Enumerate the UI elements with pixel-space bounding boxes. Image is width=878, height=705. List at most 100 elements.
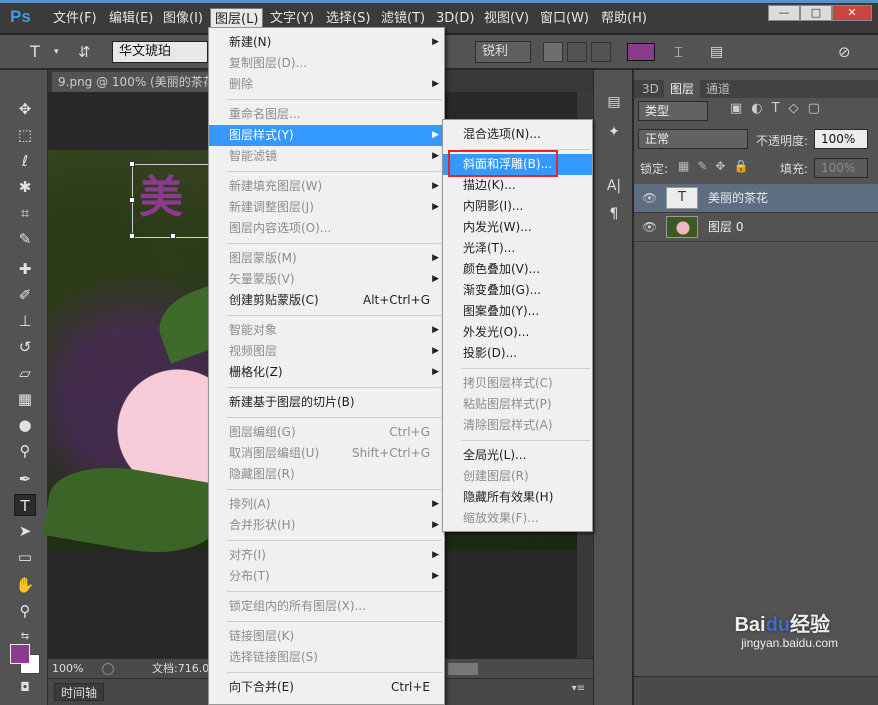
align-left-button[interactable] — [543, 42, 563, 62]
close-button[interactable]: ✕ — [832, 5, 872, 21]
cancel-icon[interactable]: ⊘ — [838, 41, 851, 63]
quick-mask-icon[interactable]: ◘ — [14, 676, 36, 698]
menu-item[interactable]: 光泽(T)... — [443, 238, 592, 259]
crop-tool-icon[interactable]: ⌗ — [14, 202, 36, 224]
align-center-button[interactable] — [567, 42, 587, 62]
eyedropper-icon[interactable]: ✎ — [14, 228, 36, 250]
menu-image[interactable]: 图像(I) — [159, 8, 207, 30]
menu-item: 取消图层编组(U) Shift+Ctrl+G — [209, 443, 444, 464]
character-panel-icon[interactable]: A| — [604, 176, 624, 196]
transform-handle[interactable] — [129, 161, 135, 167]
history-brush-icon[interactable]: ↺ — [14, 336, 36, 358]
menu-item: 清除图层样式(A) — [443, 415, 592, 436]
menu-item: 拷贝图层样式(C) — [443, 373, 592, 394]
menu-item[interactable]: 新建(N) ▶ — [209, 32, 444, 53]
visibility-eye-icon[interactable]: 👁 — [642, 184, 658, 213]
hand-tool-icon[interactable]: ✋ — [14, 574, 36, 596]
menu-item-label: 向下合并(E) — [229, 680, 294, 694]
warp-text-icon[interactable]: ⌶ — [674, 41, 683, 63]
panel-tab-bar: 3D 图层 通道 — [634, 80, 878, 98]
tab-channels[interactable]: 通道 — [700, 80, 736, 98]
menu-item[interactable]: 图案叠加(Y)... — [443, 301, 592, 322]
horizontal-scroll-thumb[interactable] — [448, 663, 478, 675]
menu-item: 新建调整图层(J) ▶ — [209, 197, 444, 218]
antialias-select[interactable]: 锐利 — [475, 41, 531, 63]
menu-window[interactable]: 窗口(W) — [536, 8, 593, 30]
history-panel-icon[interactable]: ▤ — [604, 92, 624, 112]
move-tool-icon[interactable]: ✥ — [14, 98, 36, 120]
type-tool-selected-icon[interactable]: T — [14, 494, 36, 516]
opacity-input[interactable]: 100% — [814, 129, 868, 149]
restore-button[interactable]: □ — [800, 5, 832, 21]
paragraph-panel-icon[interactable]: ¶ — [604, 204, 624, 224]
filter-icons[interactable]: ▣◐T◇▢ — [730, 101, 829, 116]
menu-item-label: 图案叠加(Y)... — [463, 304, 540, 318]
tab-layers[interactable]: 图层 — [664, 80, 701, 98]
panels-toggle-icon[interactable]: ▤ — [710, 41, 723, 63]
eraser-tool-icon[interactable]: ▱ — [14, 362, 36, 384]
menu-item[interactable]: 渐变叠加(G)... — [443, 280, 592, 301]
lasso-tool-icon[interactable]: ℓ — [14, 150, 36, 172]
blend-mode-select[interactable]: 正常 — [638, 129, 748, 149]
menu-item[interactable]: 描边(K)... — [443, 175, 592, 196]
blur-tool-icon[interactable]: ● — [14, 414, 36, 436]
menu-item[interactable]: 隐藏所有效果(H) — [443, 487, 592, 508]
gradient-tool-icon[interactable]: ▦ — [14, 388, 36, 410]
tool-preset-arrow-icon[interactable]: ▾ — [54, 41, 59, 63]
menu-item[interactable]: 全局光(L)... — [443, 445, 592, 466]
pen-tool-icon[interactable]: ✒ — [14, 468, 36, 490]
rectangle-tool-icon[interactable]: ▭ — [14, 546, 36, 568]
menu-edit[interactable]: 编辑(E) — [105, 8, 157, 30]
panel-menu-icon[interactable]: ▾≡ — [572, 683, 585, 694]
minimize-button[interactable]: — — [768, 5, 800, 21]
layer-filter-kind[interactable]: 类型 — [638, 101, 708, 121]
align-right-button[interactable] — [591, 42, 611, 62]
menu-separator — [227, 417, 442, 418]
type-tool-icon[interactable]: T — [30, 41, 40, 63]
font-family-select[interactable]: 华文琥珀 — [112, 41, 208, 63]
layer-row-text[interactable]: 👁 T 美丽的茶花 — [634, 184, 878, 213]
dodge-tool-icon[interactable]: ⚲ — [14, 440, 36, 462]
menu-item[interactable]: 栅格化(Z) ▶ — [209, 362, 444, 383]
document-tab[interactable]: 9.png @ 100% (美丽的茶花 — [52, 72, 217, 92]
layer-row-image[interactable]: 👁 图层 0 — [634, 213, 878, 242]
menu-item: 合并形状(H) ▶ — [209, 515, 444, 536]
menu-item[interactable]: 图层样式(Y) ▶ — [209, 125, 444, 146]
toggle-orientation-icon[interactable]: ⇵ — [78, 41, 91, 63]
menu-item[interactable]: 内发光(W)... — [443, 217, 592, 238]
visibility-eye-icon[interactable]: 👁 — [642, 213, 658, 242]
path-selection-icon[interactable]: ➤ — [14, 520, 36, 542]
menu-item[interactable]: 投影(D)... — [443, 343, 592, 364]
text-color-swatch[interactable] — [627, 43, 655, 61]
transform-handle[interactable] — [129, 197, 135, 203]
menu-item[interactable]: 颜色叠加(V)... — [443, 259, 592, 280]
menu-file[interactable]: 文件(F) — [49, 8, 101, 30]
menu-item[interactable]: 创建剪贴蒙版(C) Alt+Ctrl+G — [209, 290, 444, 311]
foreground-color-swatch[interactable] — [10, 644, 30, 664]
timeline-tab[interactable]: 时间轴 — [54, 683, 105, 701]
watermark-paw-icon: du — [765, 614, 790, 636]
zoom-level[interactable]: 100% — [52, 659, 83, 679]
menu-separator — [227, 243, 442, 244]
menu-item[interactable]: 向下合并(E) Ctrl+E — [209, 677, 444, 698]
menu-item[interactable]: 新建基于图层的切片(B) — [209, 392, 444, 413]
menu-item[interactable]: 外发光(O)... — [443, 322, 592, 343]
text-bounding-box[interactable]: 美 — [129, 161, 212, 239]
lock-icons[interactable]: ▦✎✥🔒 — [678, 159, 756, 173]
menu-item[interactable]: 内阴影(I)... — [443, 196, 592, 217]
menu-view[interactable]: 视图(V) — [480, 8, 533, 30]
transform-handle[interactable] — [170, 233, 176, 239]
marquee-tool-icon[interactable]: ⬚ — [14, 124, 36, 146]
properties-panel-icon[interactable]: ✦ — [604, 122, 624, 142]
stamp-tool-icon[interactable]: ⊥ — [14, 310, 36, 332]
zoom-tool-icon[interactable]: ⚲ — [14, 600, 36, 622]
status-info-icon[interactable] — [102, 663, 114, 675]
healing-brush-icon[interactable]: ✚ — [14, 258, 36, 280]
menu-help[interactable]: 帮助(H) — [597, 8, 651, 30]
tab-3d[interactable]: 3D — [636, 80, 665, 98]
magic-wand-icon[interactable]: ✱ — [14, 176, 36, 198]
transform-handle[interactable] — [129, 233, 135, 239]
fill-input[interactable]: 100% — [814, 158, 868, 178]
brush-tool-icon[interactable]: ✐ — [14, 284, 36, 306]
menu-item[interactable]: 混合选项(N)... — [443, 124, 592, 145]
